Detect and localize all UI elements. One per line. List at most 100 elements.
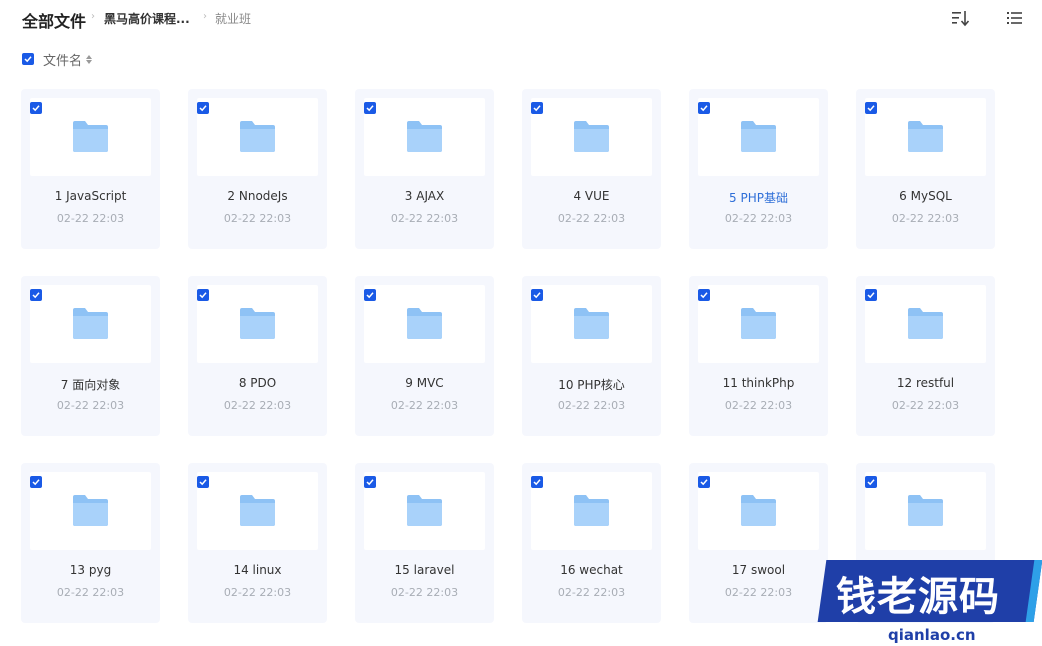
folder-date: 02-22 22:03 [557,586,626,599]
folder-checkbox[interactable] [531,102,543,114]
sort-by-name[interactable]: 文件名 [43,50,82,69]
folder-thumbnail [865,98,986,176]
folder-name[interactable]: 12 restful [856,376,995,390]
folder-name[interactable]: 5 PHP基础 [689,189,828,206]
folder-date: 02-22 22:03 [891,399,960,412]
folder-card[interactable]: 8 PDO 02-22 22:03 [188,276,327,436]
folder-checkbox[interactable] [698,289,710,301]
folder-date: 02-22 22:03 [56,212,125,225]
folder-date: 02-22 22:03 [724,586,793,599]
folder-name[interactable]: 7 面向对象 [21,376,160,393]
folder-name[interactable]: 3 AJAX [355,189,494,203]
folder-icon [73,495,108,526]
folder-checkbox[interactable] [364,289,376,301]
folder-date: 02-22 22:03 [390,212,459,225]
folder-checkbox[interactable] [364,476,376,488]
folder-date: 02-22 22:03 [390,586,459,599]
folder-checkbox[interactable] [197,289,209,301]
folder-date: 02-22 22:03 [56,399,125,412]
folder-checkbox[interactable] [531,289,543,301]
folder-checkbox[interactable] [364,102,376,114]
select-all-checkbox[interactable] [22,53,34,65]
folder-thumbnail [698,98,819,176]
folder-thumbnail [30,98,151,176]
folder-thumbnail [531,98,652,176]
folder-date: 02-22 22:03 [56,586,125,599]
folder-card[interactable]: 2 NnodeJs 02-22 22:03 [188,89,327,249]
folder-thumbnail [30,285,151,363]
folder-icon [240,495,275,526]
folder-thumbnail [197,285,318,363]
header: 全部文件 › 黑马高价课程... › 就业班 [0,0,1042,36]
folder-card[interactable]: 10 PHP核心 02-22 22:03 [522,276,661,436]
folder-checkbox[interactable] [30,476,42,488]
watermark-text: 钱老源码 [836,574,1000,620]
folder-name[interactable]: 17 swool [689,563,828,577]
folder-card[interactable]: 11 thinkPhp 02-22 22:03 [689,276,828,436]
folder-thumbnail [865,472,986,550]
folder-icon [908,495,943,526]
select-all-bar: 文件名 [22,50,93,69]
folder-card[interactable]: 17 swool 02-22 22:03 [689,463,828,623]
folder-checkbox[interactable] [698,476,710,488]
folder-card[interactable]: 16 wechat 02-22 22:03 [522,463,661,623]
sort-arrows-icon[interactable] [86,54,93,64]
folder-name[interactable]: 8 PDO [188,376,327,390]
folder-thumbnail [698,472,819,550]
folder-icon [240,121,275,152]
folder-card[interactable]: 7 面向对象 02-22 22:03 [21,276,160,436]
folder-thumbnail [197,472,318,550]
folder-date: 02-22 22:03 [557,399,626,412]
breadcrumb-item[interactable]: 黑马高价课程... [104,10,190,27]
sort-icon[interactable] [950,8,970,28]
folder-card[interactable]: 1 JavaScript 02-22 22:03 [21,89,160,249]
folder-card[interactable]: 3 AJAX 02-22 22:03 [355,89,494,249]
folder-checkbox[interactable] [865,476,877,488]
folder-checkbox[interactable] [865,102,877,114]
folder-checkbox[interactable] [865,289,877,301]
list-view-icon[interactable] [1005,8,1025,28]
folder-name[interactable]: 9 MVC [355,376,494,390]
folder-name[interactable]: 1 JavaScript [21,189,160,203]
folder-icon [741,308,776,339]
watermark: 钱老源码 qianlao.cn [817,540,1042,646]
folder-checkbox[interactable] [197,102,209,114]
folder-name[interactable]: 6 MySQL [856,189,995,203]
folder-name[interactable]: 2 NnodeJs [188,189,327,203]
folder-icon [73,308,108,339]
folder-name[interactable]: 4 VUE [522,189,661,203]
folder-card[interactable]: 4 VUE 02-22 22:03 [522,89,661,249]
folder-card[interactable]: 9 MVC 02-22 22:03 [355,276,494,436]
folder-date: 02-22 22:03 [223,212,292,225]
folder-date: 02-22 22:03 [223,399,292,412]
folder-name[interactable]: 14 linux [188,563,327,577]
folder-name[interactable]: 16 wechat [522,563,661,577]
folder-checkbox[interactable] [197,476,209,488]
folder-card[interactable]: 13 pyg 02-22 22:03 [21,463,160,623]
folder-icon [741,495,776,526]
folder-name[interactable]: 10 PHP核心 [522,376,661,393]
folder-thumbnail [197,98,318,176]
folder-date: 02-22 22:03 [891,212,960,225]
folder-checkbox[interactable] [30,102,42,114]
folder-card[interactable]: 12 restful 02-22 22:03 [856,276,995,436]
folder-date: 02-22 22:03 [223,586,292,599]
folder-card[interactable]: 14 linux 02-22 22:03 [188,463,327,623]
folder-date: 02-22 22:03 [724,212,793,225]
folder-thumbnail [364,472,485,550]
folder-checkbox[interactable] [30,289,42,301]
folder-checkbox[interactable] [698,102,710,114]
folder-checkbox[interactable] [531,476,543,488]
breadcrumb-current: 就业班 [215,12,252,26]
folder-name[interactable]: 11 thinkPhp [689,376,828,390]
folder-date: 02-22 22:03 [724,399,793,412]
folder-name[interactable]: 13 pyg [21,563,160,577]
breadcrumb-root[interactable]: 全部文件 [22,8,86,32]
breadcrumb-separator: › [203,11,207,22]
folder-icon [741,121,776,152]
folder-card[interactable]: 5 PHP基础 02-22 22:03 [689,89,828,249]
folder-card[interactable]: 15 laravel 02-22 22:03 [355,463,494,623]
folder-name[interactable]: 15 laravel [355,563,494,577]
folder-icon [240,308,275,339]
folder-card[interactable]: 6 MySQL 02-22 22:03 [856,89,995,249]
